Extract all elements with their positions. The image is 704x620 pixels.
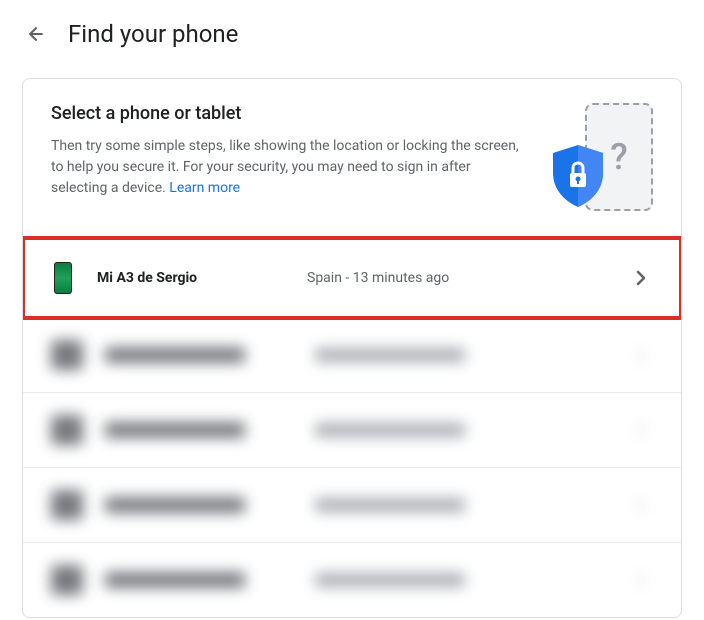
shield-lock-icon xyxy=(549,143,607,209)
question-mark-icon: ? xyxy=(610,136,628,178)
device-name: Mi A3 de Sergio xyxy=(97,270,307,286)
learn-more-link[interactable]: Learn more xyxy=(169,180,240,196)
device-name xyxy=(105,497,315,513)
device-phone-icon xyxy=(51,340,83,370)
device-name xyxy=(105,572,315,588)
device-list: Mi A3 de Sergio Spain - 13 minutes ago xyxy=(23,237,681,617)
page-header: Find your phone xyxy=(0,0,704,66)
arrow-left-icon xyxy=(26,24,46,44)
card-header-text: Select a phone or tablet Then try some s… xyxy=(51,103,527,199)
card-title: Select a phone or tablet xyxy=(51,103,527,124)
device-meta xyxy=(315,498,629,512)
device-item-mi-a3[interactable]: Mi A3 de Sergio Spain - 13 minutes ago xyxy=(23,238,681,318)
chevron-right-icon xyxy=(629,493,653,517)
device-meta xyxy=(315,573,629,587)
device-item-redacted[interactable] xyxy=(23,467,681,542)
chevron-right-icon xyxy=(629,343,653,367)
device-phone-icon xyxy=(51,415,83,445)
card-header: Select a phone or tablet Then try some s… xyxy=(23,79,681,237)
device-phone-icon xyxy=(51,490,83,520)
card-description-text: Then try some simple steps, like showing… xyxy=(51,138,519,196)
chevron-right-icon xyxy=(629,568,653,592)
chevron-right-icon xyxy=(629,418,653,442)
device-phone-icon xyxy=(51,260,75,296)
device-meta xyxy=(315,423,629,437)
device-item-redacted[interactable] xyxy=(23,318,681,392)
device-meta xyxy=(315,348,629,362)
chevron-right-icon xyxy=(629,266,653,290)
device-location: Spain xyxy=(307,270,342,286)
device-name xyxy=(105,422,315,438)
device-meta: Spain - 13 minutes ago xyxy=(307,270,629,286)
page-title: Find your phone xyxy=(68,20,238,48)
device-time: 13 minutes ago xyxy=(353,270,450,286)
device-phone-icon xyxy=(51,565,83,595)
card-description: Then try some simple steps, like showing… xyxy=(51,136,527,199)
find-phone-card: Select a phone or tablet Then try some s… xyxy=(22,78,682,618)
device-name xyxy=(105,347,315,363)
device-item-redacted[interactable] xyxy=(23,392,681,467)
device-item-redacted[interactable] xyxy=(23,542,681,617)
back-button[interactable] xyxy=(24,22,48,46)
card-illustration: ? xyxy=(543,103,653,213)
